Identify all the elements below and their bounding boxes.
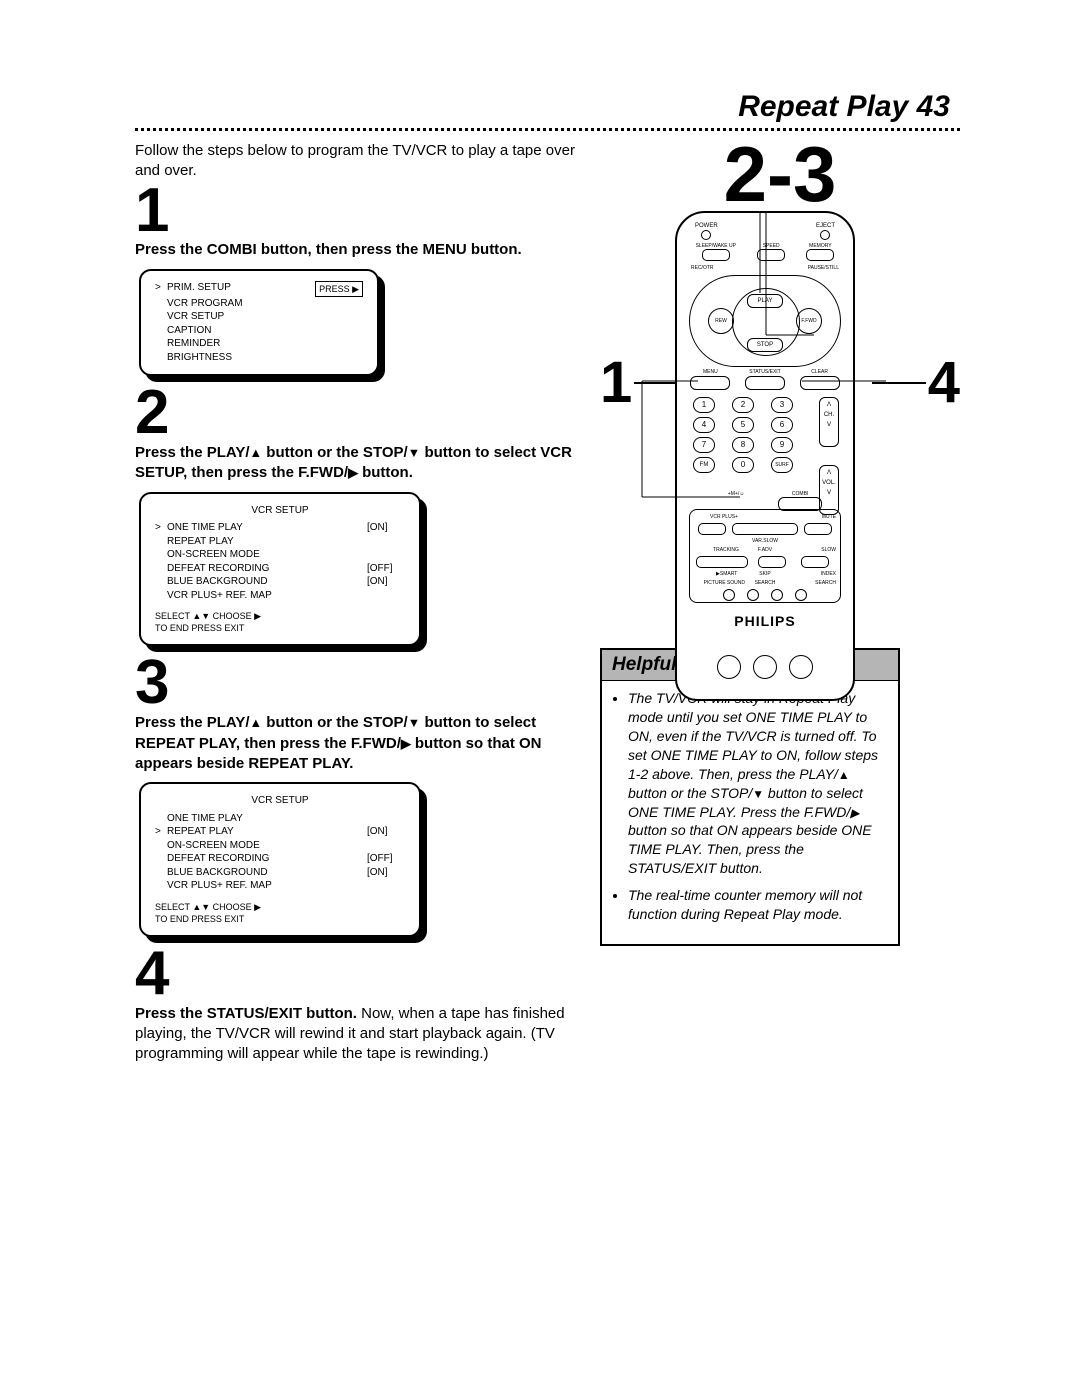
down-triangle-icon: ▼ (408, 715, 421, 730)
step-1-bold: Press the COMBI button, then press the M… (135, 241, 522, 258)
osd-vcr-setup-1: VCR SETUP >ONE TIME PLAY[ON] REPEAT PLAY… (139, 492, 421, 647)
remote-body: POWER EJECT SLEEP/WAKE UP SPEED MEMORY R… (675, 211, 855, 701)
up-triangle-icon: ▲ (250, 445, 263, 460)
ch-rocker-icon: ᐱCH.ᐯ (819, 397, 839, 447)
play-button-icon: PLAY (747, 294, 783, 308)
callout-4: 4 (928, 349, 960, 416)
down-triangle-icon: ▼ (752, 787, 764, 801)
menu-button-icon (690, 376, 730, 390)
sleep-button-icon (702, 249, 730, 261)
diagram-column: 2-3 POWER EJECT SLEEP/WAKE UP SPEED MEMO… (580, 141, 960, 946)
osd-cursor: > (155, 281, 167, 297)
osd-title: VCR SETUP (155, 504, 405, 518)
step-2-text: Press the PLAY/▲ button or the STOP/▼ bu… (135, 443, 580, 484)
osd-item: REMINDER (167, 337, 363, 351)
tracking-button-icon (696, 556, 748, 568)
panel-button-icon (771, 589, 783, 601)
rewind-button-icon: REW (708, 308, 734, 334)
step-2-number: 2 (135, 384, 580, 443)
foot-button-icon (717, 655, 741, 679)
remote-control-diagram: POWER EJECT SLEEP/WAKE UP SPEED MEMORY R… (675, 211, 855, 701)
status-exit-button-icon (745, 376, 785, 390)
foot-button-icon (789, 655, 813, 679)
step-1-number: 1 (135, 182, 580, 241)
helpful-hints-body: The TV/VCR will stay in Repeat Play mode… (602, 681, 898, 944)
osd-main-menu: > PRIM. SETUP PRESS ▶ VCR PROGRAM VCR SE… (139, 269, 379, 377)
osd-press-hint: PRESS ▶ (315, 281, 363, 297)
clear-button-icon (800, 376, 840, 390)
down-triangle-icon: ▼ (408, 445, 421, 460)
callout-2-3: 2-3 (600, 139, 960, 209)
slow-button-icon (801, 556, 829, 568)
numpad: 123 456 789 FM0SURF (693, 397, 793, 477)
speed-button-icon (757, 249, 785, 261)
stop-button-icon: STOP (747, 338, 783, 352)
step-4-number: 4 (135, 945, 580, 1004)
hint-item: The TV/VCR will stay in Repeat Play mode… (628, 689, 888, 878)
osd-item: CAPTION (167, 324, 363, 338)
osd-vcr-setup-2: VCR SETUP ONE TIME PLAY >REPEAT PLAY[ON]… (139, 782, 421, 937)
transport-oval: PLAY STOP REW F.FWD (689, 275, 841, 367)
step-4-text: Press the STATUS/EXIT button. Now, when … (135, 1004, 580, 1065)
power-label: POWER (695, 223, 718, 229)
step-3-text: Press the PLAY/▲ button or the STOP/▼ bu… (135, 713, 580, 774)
hint-item: The real-time counter memory will not fu… (628, 886, 888, 924)
header-divider (135, 128, 960, 131)
right-triangle-icon: ▶ (348, 465, 358, 480)
power-button-icon (701, 230, 711, 240)
page-header: Repeat Play 43 (135, 90, 960, 124)
intro-text: Follow the steps below to program the TV… (135, 141, 580, 182)
right-triangle-icon: ▶ (401, 736, 411, 751)
osd-item: VCR PROGRAM (167, 297, 363, 311)
eject-label: EJECT (816, 223, 835, 229)
vcrplus-button-icon (698, 523, 726, 535)
callout-line-icon (872, 382, 926, 384)
osd-item: PRIM. SETUP (167, 281, 313, 297)
osd-item: VCR SETUP (167, 310, 363, 324)
panel-button-icon (795, 589, 807, 601)
foot-button-icon (753, 655, 777, 679)
memory-button-icon (806, 249, 834, 261)
mute-button-icon (804, 523, 832, 535)
instructions-column: Follow the steps below to program the TV… (135, 141, 580, 1065)
lower-panel: VCR PLUS+ MUTE VAR.SLOW TRACKINGF.ADVSLO… (689, 509, 841, 603)
right-triangle-icon: ▶ (850, 806, 859, 820)
brand-logo: PHILIPS (677, 613, 853, 629)
page-title: Repeat Play (738, 90, 908, 123)
up-triangle-icon: ▲ (838, 768, 850, 782)
eject-button-icon (820, 230, 830, 240)
varslow-button-icon (732, 523, 798, 535)
step-3-number: 3 (135, 654, 580, 713)
osd-footer: SELECT ▲▼ CHOOSE ▶ TO END PRESS EXIT (155, 610, 405, 634)
osd-title: VCR SETUP (155, 794, 405, 808)
fadv-button-icon (758, 556, 786, 568)
callout-1: 1 (600, 349, 632, 416)
panel-button-icon (747, 589, 759, 601)
step-1-text: Press the COMBI button, then press the M… (135, 240, 580, 260)
osd-item: BRIGHTNESS (167, 351, 363, 365)
page-number: 43 (917, 90, 950, 123)
up-triangle-icon: ▲ (250, 715, 263, 730)
panel-button-icon (723, 589, 735, 601)
osd-footer: SELECT ▲▼ CHOOSE ▶ TO END PRESS EXIT (155, 901, 405, 925)
manual-page: Repeat Play 43 Follow the steps below to… (0, 0, 1080, 1165)
ffwd-button-icon: F.FWD (796, 308, 822, 334)
